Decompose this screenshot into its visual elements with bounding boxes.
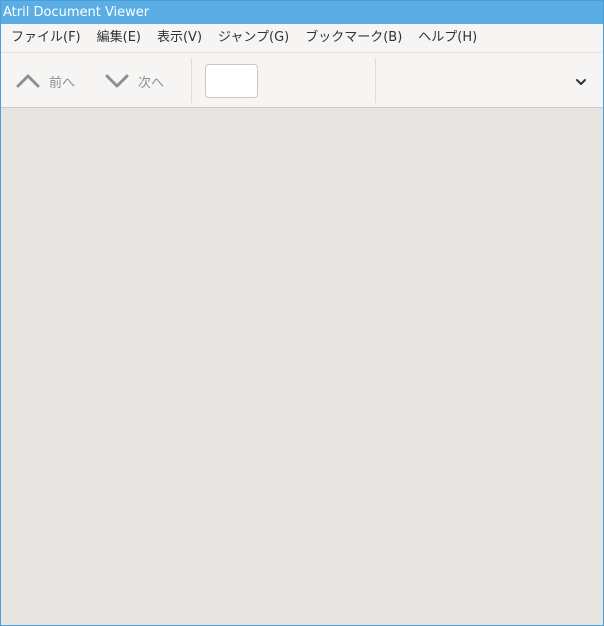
page-number-input[interactable] (205, 64, 258, 98)
menu-file[interactable]: ファイル(F) (3, 24, 89, 52)
app-window: Atril Document Viewer ファイル(F) 編集(E) 表示(V… (0, 0, 604, 626)
document-view[interactable] (1, 108, 603, 625)
next-page-button[interactable]: 次へ (104, 63, 164, 99)
chevron-down-icon (104, 68, 130, 94)
chevron-down-icon (575, 72, 587, 91)
previous-page-button[interactable]: 前へ (15, 63, 75, 99)
next-page-label: 次へ (138, 75, 165, 91)
window-title: Atril Document Viewer (3, 5, 150, 20)
menu-go[interactable]: ジャンプ(G) (210, 24, 297, 52)
toolbar: 前へ 次へ (1, 53, 603, 108)
toolbar-menu-button[interactable] (569, 69, 593, 93)
menu-view[interactable]: 表示(V) (149, 24, 210, 52)
chevron-up-icon (15, 68, 41, 94)
toolbar-separator (375, 58, 376, 103)
previous-page-label: 前へ (49, 75, 76, 91)
menu-bar: ファイル(F) 編集(E) 表示(V) ジャンプ(G) ブックマーク(B) ヘル… (1, 24, 603, 53)
menu-edit[interactable]: 編集(E) (89, 24, 149, 52)
menu-bookmarks[interactable]: ブックマーク(B) (297, 24, 410, 52)
toolbar-separator (191, 58, 192, 103)
window-titlebar[interactable]: Atril Document Viewer (1, 1, 603, 24)
menu-help[interactable]: ヘルプ(H) (410, 24, 485, 52)
